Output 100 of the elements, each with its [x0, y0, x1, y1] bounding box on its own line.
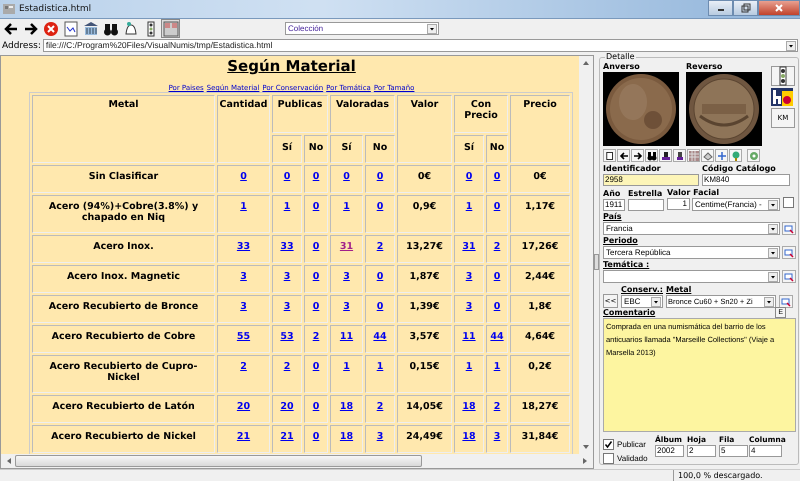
count-link[interactable]: 0 — [376, 271, 384, 282]
count-link[interactable]: 3 — [284, 301, 290, 312]
input-field[interactable]: 1911 — [603, 199, 625, 211]
input-field[interactable]: 2002 — [655, 445, 684, 457]
count-link[interactable]: 0 — [312, 401, 320, 412]
address-field[interactable]: file:///C:/Program%20Files/VisualNumis/tmp/Estadistica.html — [42, 39, 798, 52]
new-icon[interactable] — [603, 149, 616, 162]
count-link[interactable]: 1 — [376, 361, 384, 372]
count-link[interactable]: 31 — [462, 241, 476, 252]
count-link[interactable]: 1 — [494, 361, 500, 372]
count-link[interactable]: 1 — [466, 201, 472, 212]
forward-button[interactable] — [631, 149, 644, 162]
scroll-left-icon[interactable] — [5, 457, 13, 465]
stamp-icon[interactable] — [659, 149, 672, 162]
count-link[interactable]: 2 — [284, 361, 290, 372]
count-link[interactable]: 3 — [466, 301, 472, 312]
minimize-button[interactable] — [708, 0, 733, 16]
count-link[interactable]: 3 — [284, 271, 290, 282]
input-field[interactable]: 2958 — [603, 174, 699, 186]
edit-button[interactable] — [782, 246, 796, 259]
count-link[interactable]: 18 — [340, 401, 354, 412]
count-link[interactable]: 0 — [466, 171, 472, 182]
settings-icon[interactable] — [747, 149, 760, 162]
checkbox[interactable] — [603, 439, 614, 450]
count-link[interactable]: 0 — [376, 301, 384, 312]
window-icon[interactable] — [161, 19, 180, 38]
eraser-icon[interactable] — [701, 149, 714, 162]
count-link[interactable]: 0 — [312, 271, 320, 282]
count-link[interactable]: 0 — [494, 301, 500, 312]
count-link[interactable]: 0 — [494, 171, 500, 182]
count-link[interactable]: 1 — [466, 361, 472, 372]
input-field[interactable]: 4 — [749, 445, 782, 457]
count-link[interactable]: 11 — [462, 331, 476, 342]
count-link[interactable]: 3 — [240, 271, 247, 282]
count-link[interactable]: 44 — [373, 331, 387, 342]
count-link[interactable]: 18 — [340, 431, 354, 442]
traffic-light-button[interactable] — [771, 66, 795, 86]
count-link[interactable]: 18 — [462, 401, 476, 412]
input-field[interactable]: 1 — [667, 198, 690, 210]
input-field[interactable]: KM840 — [702, 174, 790, 186]
count-link[interactable]: 0 — [312, 201, 320, 212]
count-link[interactable]: 1 — [240, 201, 247, 212]
stamp-icon[interactable] — [673, 149, 686, 162]
count-link[interactable]: 2 — [494, 401, 500, 412]
dropdown[interactable]: Tercera República — [603, 246, 780, 259]
count-link[interactable]: 0 — [312, 241, 320, 252]
count-link[interactable]: 11 — [340, 331, 354, 342]
splitter-handle[interactable] — [594, 254, 599, 270]
count-link[interactable]: 2 — [240, 361, 247, 372]
edit-button[interactable] — [782, 270, 796, 283]
count-link[interactable]: 0 — [312, 171, 320, 182]
count-link[interactable]: 0 — [376, 171, 384, 182]
count-link[interactable]: 53 — [280, 331, 294, 342]
count-link[interactable]: 20 — [236, 401, 250, 412]
count-link[interactable]: 3 — [466, 271, 472, 282]
count-link[interactable]: 21 — [236, 431, 250, 442]
edit-button[interactable] — [782, 222, 796, 235]
restore-button[interactable] — [733, 0, 758, 16]
unit-dropdown[interactable]: Centime(Francia) - — [692, 198, 780, 211]
count-link[interactable]: 0 — [376, 201, 384, 212]
count-link[interactable]: 3 — [343, 271, 350, 282]
count-link[interactable]: 20 — [280, 401, 294, 412]
edit-button[interactable] — [779, 295, 793, 308]
grade-dropdown[interactable]: EBC — [621, 295, 663, 308]
vertical-scrollbar[interactable] — [579, 56, 593, 454]
count-link[interactable]: 2 — [376, 241, 384, 252]
count-link[interactable]: 0 — [494, 201, 500, 212]
stop-button[interactable] — [41, 19, 60, 38]
count-link[interactable]: 55 — [236, 331, 250, 342]
count-link[interactable]: 33 — [236, 241, 250, 252]
input-field[interactable]: 5 — [719, 445, 748, 457]
count-link[interactable]: 18 — [462, 431, 476, 442]
scroll-up-icon[interactable] — [582, 59, 590, 67]
input-field[interactable] — [628, 199, 664, 211]
input-field[interactable]: 2 — [687, 445, 716, 457]
binoculars-icon[interactable] — [645, 149, 658, 162]
count-link[interactable]: 2 — [494, 241, 500, 252]
checkbox[interactable] — [783, 197, 794, 208]
checkbox[interactable] — [603, 453, 614, 464]
count-link[interactable]: 21 — [280, 431, 294, 442]
scroll-down-icon[interactable] — [582, 443, 590, 451]
count-link[interactable]: 1 — [343, 201, 350, 212]
count-link[interactable]: 2 — [376, 401, 384, 412]
back-button[interactable] — [617, 149, 630, 162]
count-link[interactable]: 2 — [312, 331, 320, 342]
count-link[interactable]: 0 — [312, 361, 320, 372]
count-link[interactable]: 33 — [280, 241, 294, 252]
count-link[interactable]: 0 — [240, 171, 247, 182]
count-link[interactable]: 0 — [494, 271, 500, 282]
logo-icon[interactable] — [771, 88, 793, 106]
count-link[interactable]: 3 — [494, 431, 500, 442]
count-link[interactable]: 3 — [240, 301, 247, 312]
scroll-right-icon[interactable] — [581, 457, 589, 465]
dropdown[interactable]: Francia — [603, 222, 780, 235]
count-link[interactable]: 3 — [376, 431, 384, 442]
count-link[interactable]: 0 — [312, 431, 320, 442]
count-link[interactable]: 1 — [343, 361, 350, 372]
count-link[interactable]: 0 — [343, 171, 350, 182]
collection-dropdown[interactable]: Colección — [285, 22, 439, 35]
count-link[interactable]: 1 — [284, 201, 290, 212]
